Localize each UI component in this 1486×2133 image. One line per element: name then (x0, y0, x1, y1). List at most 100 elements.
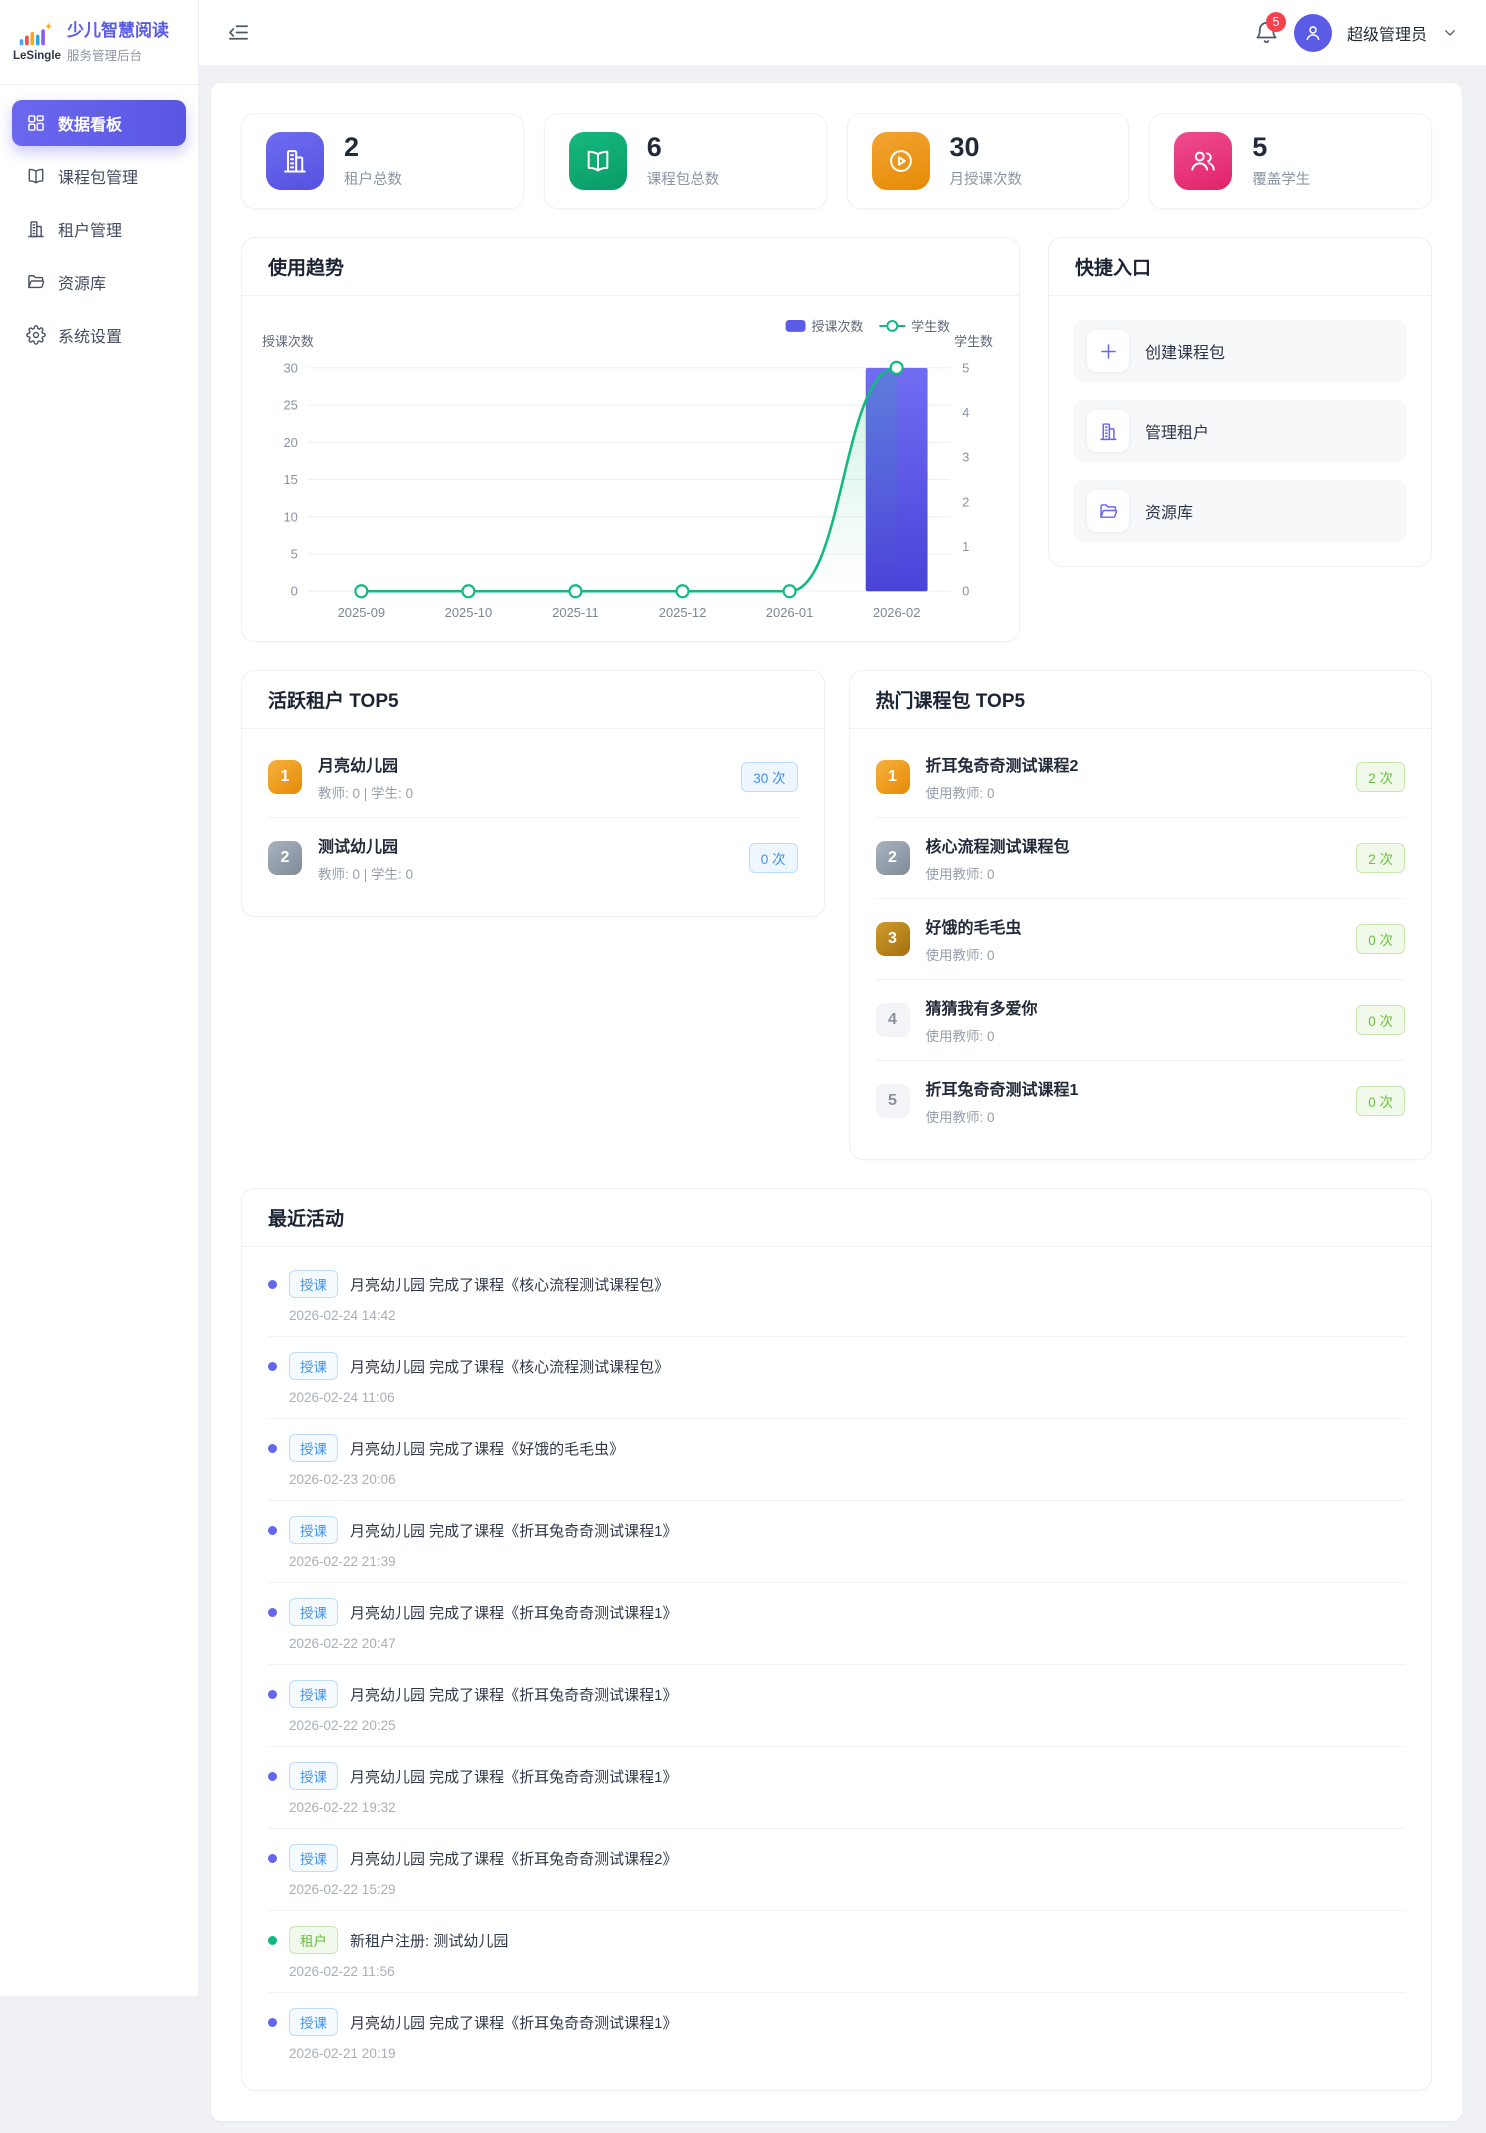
sidebar-item-resources[interactable]: 资源库 (12, 259, 186, 305)
rank-item-name: 好饿的毛毛虫 (926, 914, 1341, 938)
rank-list-item[interactable]: 5 折耳兔奇奇测试课程1 使用教师: 0 0 次 (876, 1061, 1406, 1141)
stat-value: 30 (950, 133, 1023, 161)
rank-list-item[interactable]: 4 猜猜我有多爱你 使用教师: 0 0 次 (876, 980, 1406, 1061)
rank-item-name: 测试幼儿园 (318, 833, 733, 857)
people-icon (1174, 132, 1232, 190)
svg-text:2: 2 (962, 494, 969, 509)
activity-type-tag: 授课 (289, 1680, 338, 1708)
rank-item-meta: 使用教师: 0 (926, 863, 1341, 883)
sidebar-collapse-icon[interactable] (227, 21, 250, 44)
dashboard-content: 2 租户总数 6 课程包总数 30 月授课次数 5 覆盖 (211, 83, 1462, 2121)
sidebar-item-tenants[interactable]: 租户管理 (12, 206, 186, 252)
activity-text: 月亮幼儿园 完成了课程《折耳兔奇奇测试课程1》 (350, 1520, 678, 1541)
rank-list-item[interactable]: 1 月亮幼儿园 教师: 0 | 学生: 0 30 次 (268, 737, 798, 818)
chevron-down-icon[interactable] (1442, 25, 1458, 41)
usage-trend-title: 使用趋势 (242, 238, 1019, 296)
rank-list-item[interactable]: 3 好饿的毛毛虫 使用教师: 0 0 次 (876, 899, 1406, 980)
activity-dot (268, 1526, 277, 1535)
stat-label: 课程包总数 (647, 168, 720, 189)
usage-trend-svg: 051015202530012345授课次数学生数2025-092025-102… (246, 304, 1015, 639)
rank-list-item[interactable]: 1 折耳兔奇奇测试课程2 使用教师: 0 2 次 (876, 737, 1406, 818)
activity-type-tag: 授课 (289, 1270, 338, 1298)
activity-item: 授课 月亮幼儿园 完成了课程《折耳兔奇奇测试课程1》 2026-02-22 19… (268, 1747, 1405, 1829)
rank-badge: 4 (876, 1003, 910, 1037)
rank-item-name: 折耳兔奇奇测试课程2 (926, 752, 1341, 776)
stat-card: 30 月授课次数 (847, 113, 1130, 209)
usage-count-badge: 0 次 (1356, 1005, 1405, 1035)
usage-count-badge: 0 次 (1356, 924, 1405, 954)
svg-text:学生数: 学生数 (911, 319, 950, 334)
activity-text: 月亮幼儿园 完成了课程《折耳兔奇奇测试课程1》 (350, 1684, 678, 1705)
rank-item-meta: 使用教师: 0 (926, 944, 1341, 964)
activity-dot (268, 1444, 277, 1453)
activity-type-tag: 授课 (289, 1434, 338, 1462)
dashboard-icon (26, 113, 46, 133)
activity-item: 授课 月亮幼儿园 完成了课程《折耳兔奇奇测试课程1》 2026-02-22 21… (268, 1501, 1405, 1583)
rank-list-item[interactable]: 2 测试幼儿园 教师: 0 | 学生: 0 0 次 (268, 818, 798, 898)
activity-type-tag: 授课 (289, 1352, 338, 1380)
stat-value: 5 (1252, 133, 1310, 161)
sidebar-item-settings[interactable]: 系统设置 (12, 312, 186, 358)
activity-item: 授课 月亮幼儿园 完成了课程《折耳兔奇奇测试课程1》 2026-02-22 20… (268, 1583, 1405, 1665)
svg-text:4: 4 (962, 405, 969, 420)
activity-dot (268, 1854, 277, 1863)
svg-text:2025-12: 2025-12 (659, 605, 707, 620)
active-tenants-panel: 活跃租户 TOP5 1 月亮幼儿园 教师: 0 | 学生: 0 30 次 2 测… (241, 670, 825, 917)
user-name[interactable]: 超级管理员 (1347, 21, 1427, 45)
usage-count-badge: 0 次 (1356, 1086, 1405, 1116)
user-avatar[interactable] (1294, 14, 1332, 52)
rank-badge: 2 (268, 841, 302, 875)
brand-subtitle: 服务管理后台 (67, 45, 169, 64)
folder-icon (26, 272, 46, 292)
activity-dot (268, 1772, 277, 1781)
notification-count-badge: 5 (1266, 12, 1286, 32)
rank-list-item[interactable]: 2 核心流程测试课程包 使用教师: 0 2 次 (876, 818, 1406, 899)
stat-label: 月授课次数 (950, 168, 1023, 189)
sidebar-nav: 数据看板 课程包管理 租户管理 资源库 系统设置 (0, 85, 198, 380)
svg-text:15: 15 (283, 472, 297, 487)
activity-item: 授课 月亮幼儿园 完成了课程《折耳兔奇奇测试课程2》 2026-02-22 15… (268, 1829, 1405, 1911)
svg-text:25: 25 (283, 398, 297, 413)
usage-trend-chart: 051015202530012345授课次数学生数2025-092025-102… (242, 296, 1019, 641)
quick-entry-item[interactable]: 资源库 (1073, 480, 1407, 542)
usage-trend-panel: 使用趋势 051015202530012345授课次数学生数2025-09202… (241, 237, 1020, 642)
activity-timestamp: 2026-02-22 21:39 (289, 1554, 1405, 1569)
quick-entry-title: 快捷入口 (1049, 238, 1431, 296)
activity-timestamp: 2026-02-22 20:47 (289, 1636, 1405, 1651)
activity-text: 月亮幼儿园 完成了课程《核心流程测试课程包》 (350, 1274, 669, 1295)
brand-title: 少儿智慧阅读 (67, 20, 169, 41)
activity-text: 月亮幼儿园 完成了课程《好饿的毛毛虫》 (350, 1438, 624, 1459)
usage-count-badge: 0 次 (749, 843, 798, 873)
recent-activity-panel: 最近活动 授课 月亮幼儿园 完成了课程《核心流程测试课程包》 2026-02-2… (241, 1188, 1432, 2091)
notification-bell-icon[interactable]: 5 (1254, 20, 1279, 45)
stat-value: 6 (647, 133, 720, 161)
building-icon (1087, 410, 1129, 452)
activity-timestamp: 2026-02-23 20:06 (289, 1472, 1405, 1487)
rank-item-meta: 教师: 0 | 学生: 0 (318, 863, 733, 883)
hot-courses-panel: 热门课程包 TOP5 1 折耳兔奇奇测试课程2 使用教师: 0 2 次 2 核心… (849, 670, 1433, 1160)
activity-type-tag: 授课 (289, 1516, 338, 1544)
activity-item: 授课 月亮幼儿园 完成了课程《核心流程测试课程包》 2026-02-24 11:… (268, 1337, 1405, 1419)
usage-count-badge: 2 次 (1356, 843, 1405, 873)
sidebar-item-dashboard[interactable]: 数据看板 (12, 100, 186, 146)
activity-type-tag: 授课 (289, 2008, 338, 2036)
activity-item: 租户 新租户注册: 测试幼儿园 2026-02-22 11:56 (268, 1911, 1405, 1993)
svg-text:1: 1 (962, 539, 969, 554)
quick-entry-item[interactable]: 管理租户 (1073, 400, 1407, 462)
svg-text:2026-02: 2026-02 (873, 605, 921, 620)
rank-badge: 5 (876, 1084, 910, 1118)
svg-text:10: 10 (283, 509, 297, 524)
stat-card: 6 课程包总数 (544, 113, 827, 209)
activity-item: 授课 月亮幼儿园 完成了课程《折耳兔奇奇测试课程1》 2026-02-22 20… (268, 1665, 1405, 1747)
sidebar-item-course-packages[interactable]: 课程包管理 (12, 153, 186, 199)
book-icon (26, 166, 46, 186)
book-icon (569, 132, 627, 190)
gear-icon (26, 325, 46, 345)
svg-text:授课次数: 授课次数 (812, 319, 864, 334)
stat-cards-row: 2 租户总数 6 课程包总数 30 月授课次数 5 覆盖 (241, 113, 1432, 209)
building-icon (266, 132, 324, 190)
quick-entry-item[interactable]: 创建课程包 (1073, 320, 1407, 382)
svg-text:授课次数: 授课次数 (262, 334, 314, 349)
svg-text:5: 5 (962, 360, 969, 375)
activity-timestamp: 2026-02-22 20:25 (289, 1718, 1405, 1733)
